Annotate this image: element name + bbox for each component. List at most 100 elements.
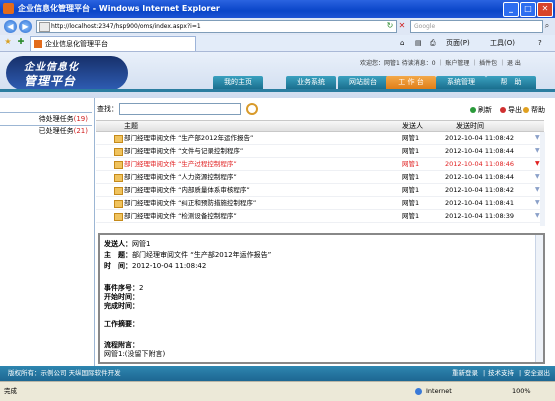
favorites-star-icon[interactable]: ★ [2,36,14,48]
detail-summary-label: 工作摘要： [104,320,139,328]
safe-exit-link[interactable]: 安全退出 [524,366,550,381]
detail-note-value: 网管1:(没留下附言) [104,350,166,358]
feeds-icon[interactable]: ▤ [415,36,422,50]
refresh-icon [470,107,476,113]
status-done: 完成 [4,387,17,395]
table-row[interactable]: 部门经理审阅文件 “文件与记录控制程序” 网管1 2012-10-04 11:08:… [96,145,544,158]
done-tasks-label: 已处理任务 [38,127,74,135]
refresh-icon[interactable]: ↻ [384,20,396,32]
row-flag-icon[interactable]: ▼ [535,171,540,183]
back-button[interactable]: ◀ [4,20,17,33]
done-tasks-count: (21) [73,127,88,135]
row-subject: 部门经理审阅文件 “文件与记录控制程序” [124,147,244,155]
col-sender[interactable]: 发送人 [402,121,423,131]
address-bar-row: ◀ ▶ http://localhost:2347/hsp900/oms/ind… [0,18,555,36]
detail-finish-label: 完成时间： [104,302,139,310]
row-time: 2012-10-04 11:08:44 [445,147,515,155]
detail-time-value: 2012-10-04 11:08:42 [132,262,207,270]
task-detail-panel: 发送人：网管1 主 题：部门经理审阅文件 “生产部2012年运作报告” 时 间：… [98,233,545,364]
minimize-button[interactable]: _ [503,2,519,17]
detail-start-label: 开始时间： [104,293,139,301]
address-input[interactable]: http://localhost:2347/hsp900/oms/index.a… [36,20,397,33]
table-row[interactable]: 部门经理审阅文件 “生产过程控制程序” 网管1 2012-10-04 11:08:4… [96,158,544,171]
table-row[interactable]: 部门经理审阅文件 “检测设备控制程序” 网管1 2012-10-04 11:08:3… [96,210,544,223]
task-envelope-icon [114,148,123,156]
task-envelope-icon [114,161,123,169]
table-row[interactable]: 部门经理审阅文件 “纠正和预防措施控制程序” 网管1 2012-10-04 11:0… [96,197,544,210]
welcome-bar[interactable]: 欢迎您：网管1 待读消息：0 ｜ 账户管理 ｜ 插件包 ｜ 退 出 [360,58,521,67]
export-tool[interactable]: 导出 [500,105,522,115]
task-envelope-icon [114,213,123,221]
copyright-text: 版权所有：示例公司 天纵国际软件开发 [8,369,121,377]
row-subject: 部门经理审阅文件 “检测设备控制程序” [124,212,237,220]
row-sender: 网管1 [402,212,420,220]
nav-tab-workbench[interactable]: 工 作 台 [386,76,436,89]
maximize-button[interactable]: □ [520,2,536,17]
row-flag-icon[interactable]: ▼ [535,210,540,222]
home-icon[interactable]: ⌂ [400,36,404,50]
table-row[interactable]: 部门经理审阅文件 “内部质量体系审核程序” 网管1 2012-10-04 11:08… [96,184,544,197]
done-tasks-item[interactable]: 已处理任务(21) [0,125,92,137]
header-divider [0,89,555,92]
tech-support-link[interactable]: 技术支持 [488,366,514,381]
row-time: 2012-10-04 11:08:46 [445,160,515,168]
refresh-tool[interactable]: 刷新 [470,105,492,115]
help-icon [523,107,529,113]
detail-sender-label: 发送人： [104,240,132,248]
nav-tab-business[interactable]: 业务系统 [286,76,336,89]
stop-icon[interactable]: ✕ [396,20,408,32]
find-input[interactable] [119,103,241,115]
detail-sender: 发送人：网管1 [104,239,150,249]
pending-tasks-item[interactable]: 待处理任务(19) [0,112,92,126]
row-sender: 网管1 [402,147,420,155]
task-envelope-icon [114,187,123,195]
col-subject[interactable]: 主题 [124,121,138,131]
detail-scrollbar[interactable] [535,235,543,362]
row-flag-icon[interactable]: ▼ [535,184,540,196]
row-time: 2012-10-04 11:08:42 [445,134,515,142]
detail-sender-value: 网管1 [132,240,151,248]
detail-note-label: 流程附言： [104,341,139,349]
window-title-bar: 企业信息化管理平台 - Windows Internet Explorer _ … [0,0,555,18]
magnifier-icon[interactable] [246,103,258,115]
row-flag-icon[interactable]: ▼ [535,158,540,170]
detail-subject-value: 部门经理审阅文件 “生产部2012年运作报告” [132,251,272,259]
row-time: 2012-10-04 11:08:44 [445,173,515,181]
search-go-icon[interactable]: ⌕ [541,20,553,32]
browser-tab[interactable]: 企业信息化管理平台 [30,36,196,51]
help-tool[interactable]: 帮助 [523,105,545,115]
add-favorites-icon[interactable]: ✚ [15,36,27,48]
tab-title: 企业信息化管理平台 [45,40,108,48]
relogin-link[interactable]: 重新登录 [452,366,478,381]
print-icon[interactable]: ⎙ [430,36,436,50]
row-flag-icon[interactable]: ▼ [535,197,540,209]
task-envelope-icon [114,200,123,208]
search-row: 查找： 刷新 导出 帮助 [95,102,545,116]
nav-tab-help[interactable]: 帮 助 [486,76,536,89]
logo-line1: 企业信息化 [24,62,79,73]
list-scrollbar[interactable] [540,132,545,226]
nav-tab-system[interactable]: 系统管理 [436,76,486,89]
table-row[interactable]: 部门经理审阅文件 “生产部2012年运作报告” 网管1 2012-10-04 11:… [96,132,544,145]
row-flag-icon[interactable]: ▼ [535,145,540,157]
forward-button[interactable]: ▶ [19,20,32,33]
close-button[interactable]: ✕ [537,2,553,17]
help-menu[interactable]: ? [538,36,542,50]
status-zoom[interactable]: 100% [512,382,531,401]
row-subject: 部门经理审阅文件 “生产过程控制程序” [124,160,237,168]
row-subject: 部门经理审阅文件 “生产部2012年运作报告” [124,134,254,142]
row-time: 2012-10-04 11:08:39 [445,212,515,220]
nav-tab-website[interactable]: 网站前台 [338,76,388,89]
status-zone: Internet [426,387,452,395]
help-label: 帮助 [531,106,545,114]
tools-menu[interactable]: 工具(O) [490,36,515,50]
page-menu[interactable]: 页面(P) [446,36,470,50]
nav-tab-home[interactable]: 我的主页 [213,76,263,89]
window-title: 企业信息化管理平台 - Windows Internet Explorer [18,4,220,13]
browser-tab-row: ★ ✚ 企业信息化管理平台 ⌂ ▤ ⎙ 页面(P) 工具(O) ? [0,35,555,52]
task-envelope-icon [114,135,123,143]
table-row[interactable]: 部门经理审阅文件 “人力资源控制程序” 网管1 2012-10-04 11:08:4… [96,171,544,184]
col-time[interactable]: 发送时间 [456,121,484,131]
search-input[interactable]: Google [410,20,543,33]
row-flag-icon[interactable]: ▼ [535,132,540,144]
